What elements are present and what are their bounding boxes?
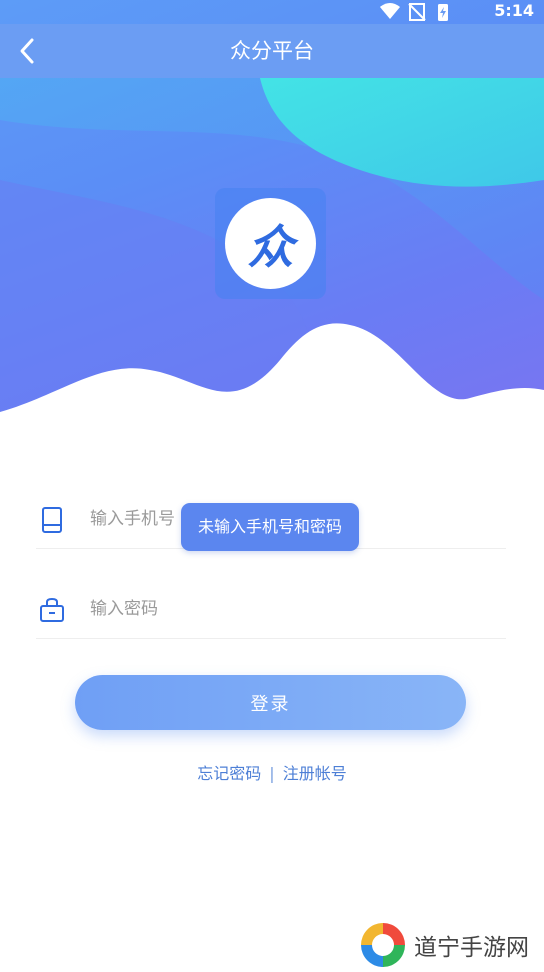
- links-separator: |: [269, 764, 275, 783]
- lock-icon: [40, 597, 64, 622]
- wifi-icon: [380, 3, 400, 19]
- logo-circle: 众: [225, 198, 316, 289]
- password-input[interactable]: [88, 590, 492, 628]
- status-bar: 5:14: [0, 0, 544, 24]
- logo-mark: 众: [247, 219, 294, 274]
- phone-icon: [42, 507, 62, 533]
- watermark-text: 道宁手游网: [414, 935, 529, 961]
- register-link[interactable]: 注册帐号: [283, 760, 347, 784]
- password-field: [36, 580, 506, 639]
- site-watermark: 道宁手游网: [356, 918, 544, 972]
- watermark-logo-icon: [361, 923, 405, 967]
- page-title: 众分平台: [230, 39, 314, 63]
- auth-links: 忘记密码 | 注册帐号: [0, 760, 544, 784]
- toast-message: 未输入手机号和密码: [181, 503, 359, 551]
- status-time: 5:14: [494, 1, 534, 20]
- forgot-password-link[interactable]: 忘记密码: [197, 760, 261, 784]
- app-logo: 众: [215, 188, 326, 299]
- login-button[interactable]: 登录: [75, 675, 466, 730]
- navbar: 众分平台: [0, 24, 544, 78]
- status-icons: [380, 3, 448, 21]
